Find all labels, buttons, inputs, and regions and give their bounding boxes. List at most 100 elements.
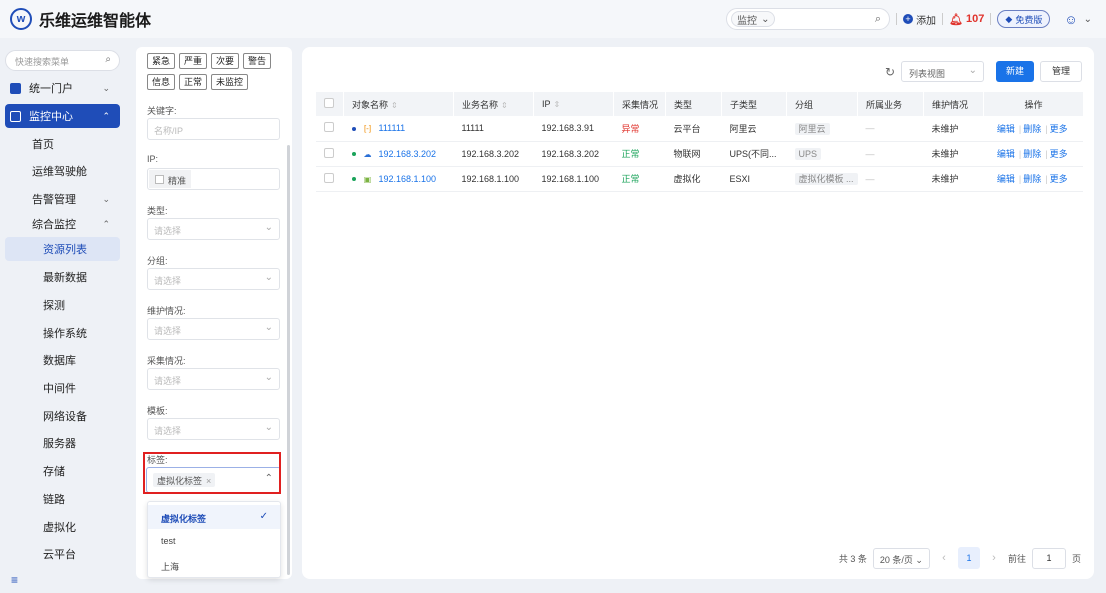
menu-search-input[interactable]: 快速搜索菜单 ⌕	[5, 50, 120, 71]
select-placeholder: 请选择	[154, 226, 182, 236]
sidebar-item-link[interactable]: 链路	[5, 487, 120, 511]
select-placeholder: 请选择	[154, 276, 182, 286]
sidebar-item-integrated[interactable]: 综合监控 ⌃	[5, 212, 120, 236]
object-name-link[interactable]: 192.168.1.100	[379, 174, 437, 184]
search-scope-select[interactable]: 监控 ⌄	[731, 11, 776, 27]
type-select[interactable]: 请选择 ⌄	[147, 218, 280, 240]
collect-label: 采集情况:	[147, 356, 186, 366]
prev-page-icon[interactable]: ‹	[936, 552, 952, 564]
main-panel: ↻ 列表视图 ⌄ 新建 管理 对象名称 ⇕ 业务名称 ⇕ IP ⇕ 采集情况 类型 子类…	[302, 47, 1094, 579]
sidebar-item-monitor-center[interactable]: 监控中心 ⌃	[5, 104, 120, 128]
page-size-select[interactable]: 20 条/页 ⌄	[872, 547, 930, 569]
col-group: 分组	[785, 92, 858, 116]
col-label: 维护情况	[932, 99, 969, 110]
severity-tag-info[interactable]: 信息	[147, 74, 176, 90]
edit-link[interactable]: 编辑	[997, 174, 1015, 184]
sidebar-item-latest-data[interactable]: 最新数据	[5, 265, 120, 289]
severity-tag-warning[interactable]: 警告	[243, 53, 272, 69]
keyword-input[interactable]: 名称/IP	[147, 118, 280, 140]
delete-link[interactable]: 删除	[1023, 174, 1041, 184]
alert-button[interactable]: 🔔︎ 107	[949, 13, 984, 26]
more-link[interactable]: 更多	[1050, 174, 1068, 184]
col-label: 业务名称	[462, 99, 499, 110]
type-label: 类型:	[147, 206, 168, 216]
table-header: 对象名称 ⇕ 业务名称 ⇕ IP ⇕ 采集情况 类型 子类型 分组 所属业务 维护情况…	[315, 92, 1083, 116]
group-cell: UPS	[786, 141, 858, 167]
add-button[interactable]: + 添加	[903, 12, 936, 27]
table-row[interactable]: ▣ 192.168.1.100 192.168.1.100 192.168.1.1…	[315, 166, 1083, 192]
sidebar-item-label: 虚拟化	[43, 522, 76, 534]
chevron-up-icon: ⌃	[102, 110, 110, 121]
sidebar-item-os[interactable]: 操作系统	[5, 321, 120, 345]
sidebar-item-network[interactable]: 网络设备	[5, 404, 120, 428]
col-name[interactable]: 对象名称 ⇕	[343, 92, 454, 116]
tag-option-label: 上海	[161, 562, 180, 572]
divider	[942, 13, 944, 25]
collapse-menu-icon[interactable]: ≡	[11, 573, 18, 587]
row-checkbox[interactable]	[323, 172, 334, 183]
delete-link[interactable]: 删除	[1023, 149, 1041, 159]
object-name-cell: ☁︎ 192.168.3.202	[343, 141, 454, 167]
sidebar-item-home[interactable]: 首页	[5, 132, 120, 156]
edit-link[interactable]: 编辑	[997, 124, 1015, 134]
sidebar-item-server[interactable]: 服务器	[5, 431, 120, 455]
goto-page-input[interactable]: 1	[1031, 547, 1066, 569]
row-checkbox[interactable]	[323, 122, 334, 133]
resource-table: 对象名称 ⇕ 业务名称 ⇕ IP ⇕ 采集情况 类型 子类型 分组 所属业务 维护情况…	[315, 92, 1083, 192]
col-ip[interactable]: IP ⇕	[533, 92, 614, 116]
virtualization-icon: ▣	[363, 174, 372, 184]
free-version-badge[interactable]: ◆ 免费版	[997, 10, 1051, 28]
user-menu[interactable]: ☺ ⌄	[1064, 12, 1092, 27]
filter-scrollbar[interactable]	[287, 145, 290, 575]
severity-tag-major[interactable]: 严重	[179, 53, 208, 69]
more-link[interactable]: 更多	[1050, 124, 1068, 134]
exact-checkbox[interactable]	[155, 175, 164, 184]
sidebar-item-cockpit[interactable]: 运维驾驶舱	[5, 159, 120, 183]
ip-input[interactable]: 精准	[147, 168, 280, 190]
chevron-down-icon: ⌄	[761, 13, 770, 25]
tag-option-test[interactable]: test	[148, 529, 280, 553]
sidebar-item-virtualization[interactable]: 虚拟化	[5, 515, 120, 539]
edit-link[interactable]: 编辑	[997, 149, 1015, 159]
tag-option-virtualization[interactable]: 虚拟化标签 ✓	[148, 505, 280, 529]
current-page[interactable]: 1	[957, 547, 980, 569]
sort-icon[interactable]: ⇕	[554, 100, 561, 109]
maint-select[interactable]: 请选择 ⌄	[147, 318, 280, 340]
severity-tag-unmonitored[interactable]: 未监控	[211, 74, 249, 90]
tag-dropdown: 虚拟化标签 ✓ test 上海	[147, 501, 281, 578]
new-button[interactable]: 新建	[996, 61, 1034, 82]
sidebar-item-resource-list[interactable]: 资源列表	[5, 237, 120, 261]
collect-select[interactable]: 请选择 ⌄	[147, 368, 280, 390]
sidebar-item-cloud[interactable]: 云平台	[5, 542, 120, 566]
manage-button[interactable]: 管理	[1040, 61, 1082, 82]
table-row[interactable]: [-] 111111 11111 192.168.3.91 异常 云平台 阿里云 …	[315, 116, 1083, 142]
object-name-link[interactable]: 111111	[379, 123, 406, 133]
severity-tag-critical[interactable]: 紧急	[147, 53, 176, 69]
status-dot	[351, 152, 356, 157]
severity-tag-normal[interactable]: 正常	[179, 74, 208, 90]
more-link[interactable]: 更多	[1050, 149, 1068, 159]
sidebar-item-middleware[interactable]: 中间件	[5, 376, 120, 400]
delete-link[interactable]: 删除	[1023, 124, 1041, 134]
sidebar-item-alarm-mgmt[interactable]: 告警管理 ⌄	[5, 187, 120, 211]
select-all-checkbox[interactable]	[324, 98, 334, 108]
next-page-icon[interactable]: ›	[986, 552, 1002, 564]
sort-icon[interactable]: ⇕	[391, 101, 398, 110]
global-search[interactable]: 监控 ⌄ ⌕	[726, 8, 891, 30]
severity-tag-minor[interactable]: 次要	[211, 53, 240, 69]
sidebar-item-portal[interactable]: 统一门户 ⌄	[5, 76, 120, 100]
search-icon[interactable]: ⌕	[875, 13, 881, 26]
col-business[interactable]: 业务名称 ⇕	[453, 92, 534, 116]
object-name-link[interactable]: 192.168.3.202	[379, 149, 437, 159]
sidebar-item-probe[interactable]: 探测	[5, 293, 120, 317]
row-checkbox[interactable]	[323, 147, 334, 158]
table-row[interactable]: ☁︎ 192.168.3.202 192.168.3.202 192.168.3.…	[315, 141, 1083, 167]
view-select[interactable]: 列表视图 ⌄	[901, 61, 984, 82]
sidebar-item-database[interactable]: 数据库	[5, 348, 120, 372]
refresh-icon[interactable]: ↻	[885, 65, 895, 79]
tag-option-shanghai[interactable]: 上海	[148, 553, 280, 577]
sort-icon[interactable]: ⇕	[501, 101, 508, 110]
template-select[interactable]: 请选择 ⌄	[147, 418, 280, 440]
sidebar-item-storage[interactable]: 存储	[5, 459, 120, 483]
group-select[interactable]: 请选择 ⌄	[147, 268, 280, 290]
